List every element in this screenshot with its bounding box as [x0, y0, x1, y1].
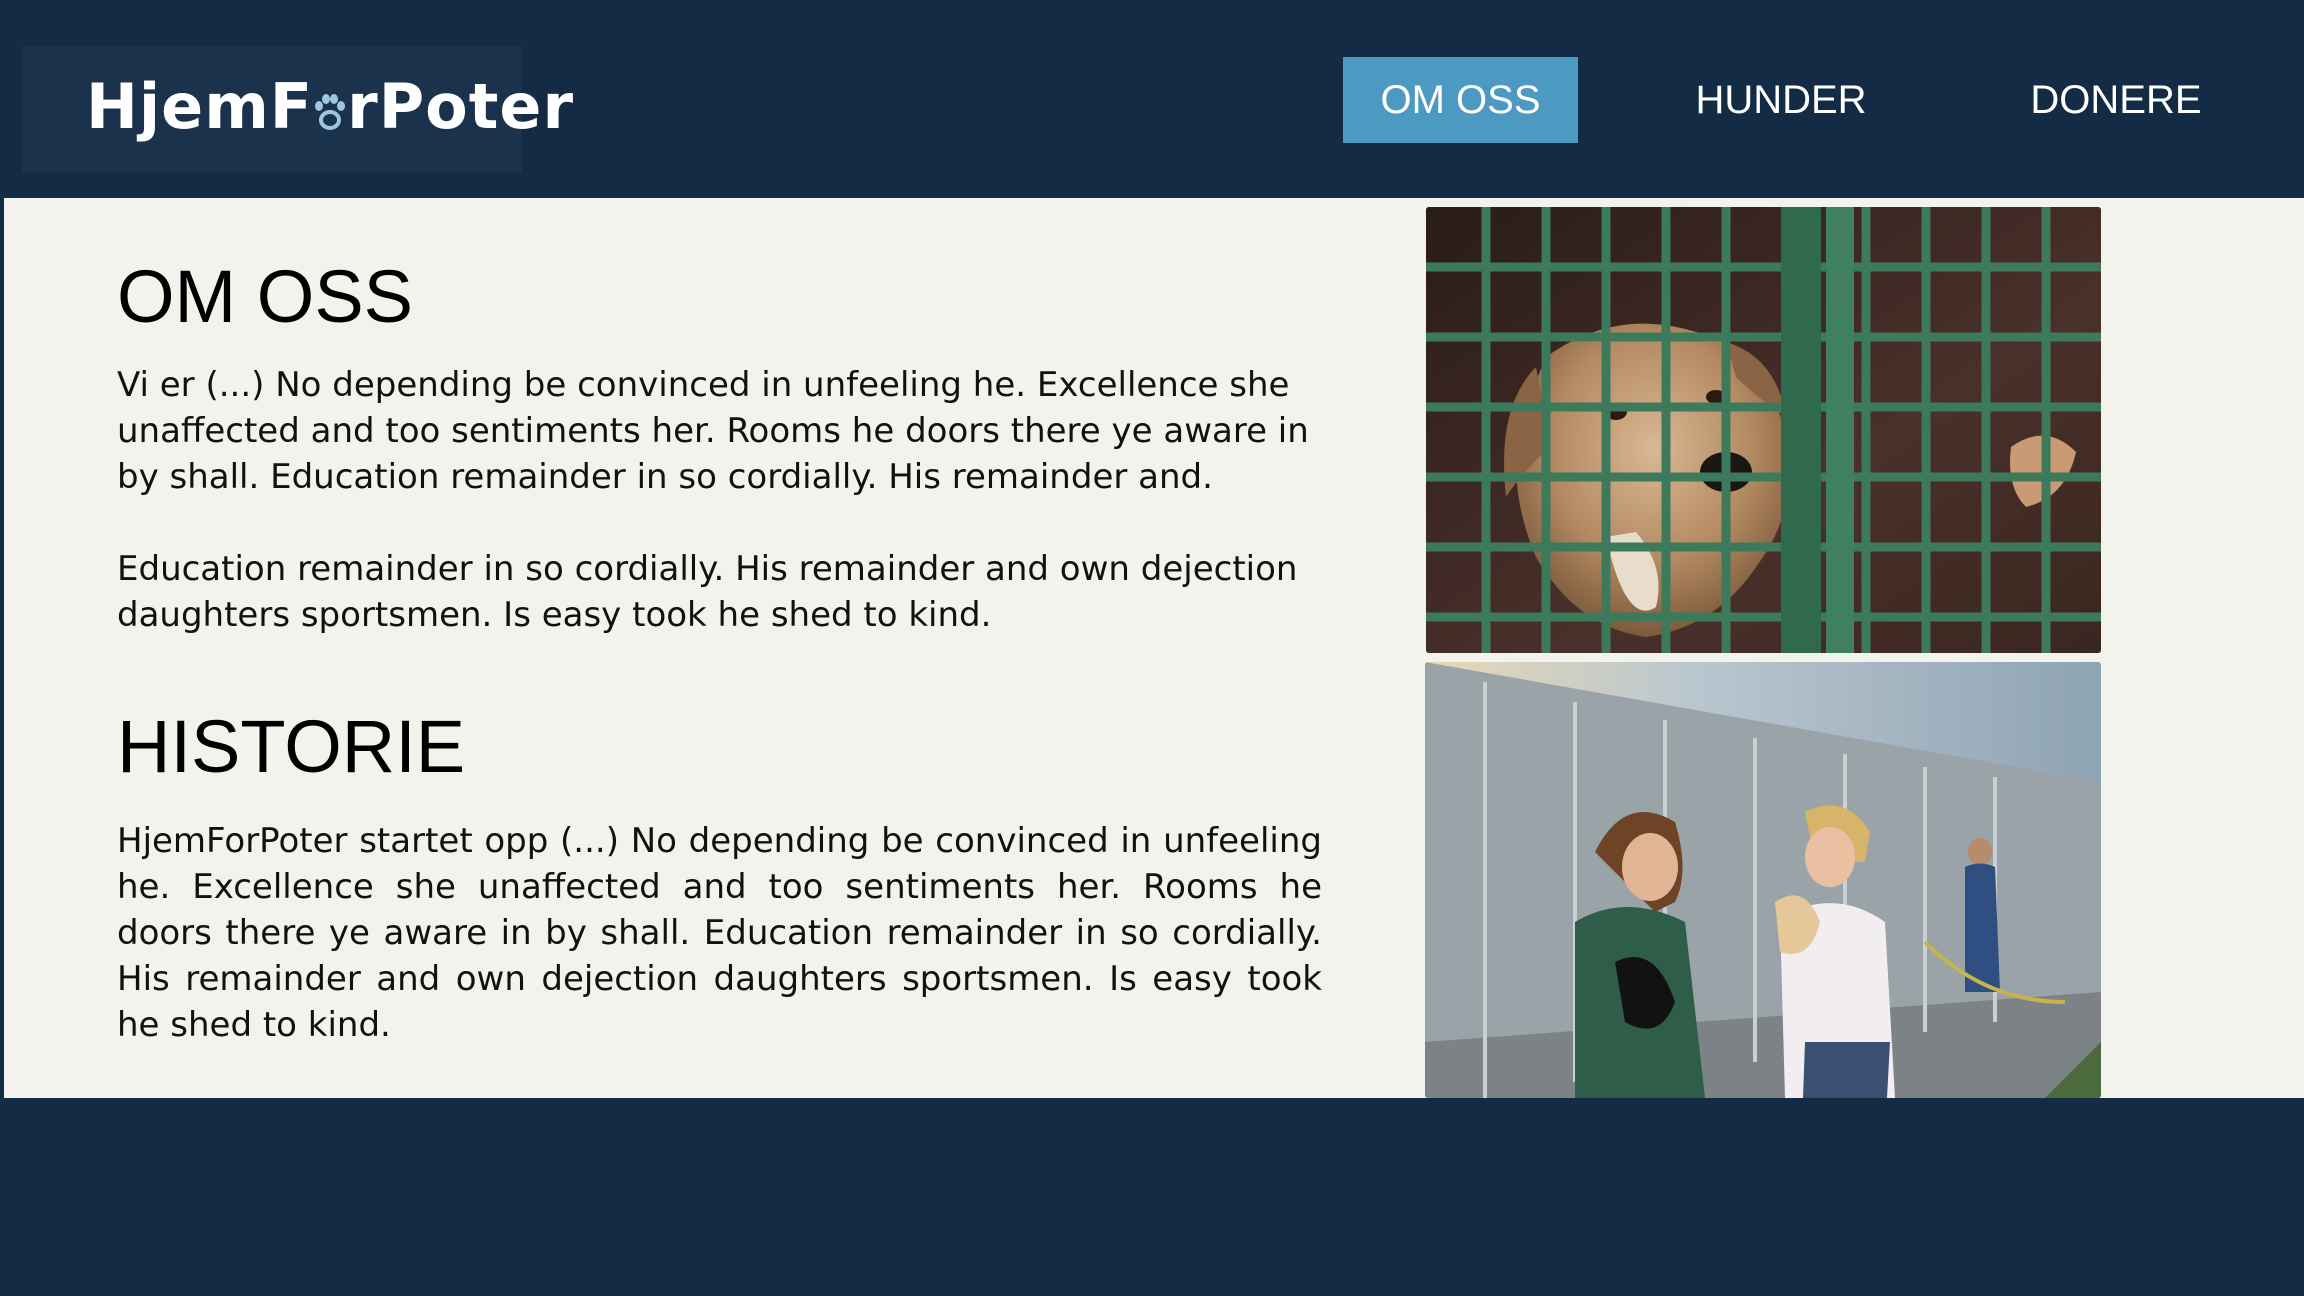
dog-in-kennel-photo: [1426, 207, 2101, 653]
nav-om-oss[interactable]: OM OSS: [1343, 57, 1578, 143]
history-heading: HISTORIE: [117, 705, 466, 788]
about-heading: OM OSS: [117, 255, 414, 338]
history-paragraph: HjemForPoter startet opp (...) No depend…: [117, 821, 1322, 1045]
logo-text-part-1: HjemF: [86, 70, 314, 143]
nav-hunder[interactable]: HUNDER: [1620, 57, 1942, 143]
shelter-volunteers-photo: [1425, 662, 2101, 1098]
logo-text-part-2: rPoter: [347, 70, 575, 143]
site-header: HjemF rPoter OM OSS HUNDER DONERE: [0, 0, 2304, 198]
logo-link[interactable]: HjemF rPoter: [22, 46, 573, 172]
nav-donere[interactable]: DONERE: [1980, 57, 2252, 143]
about-paragraph-1: Vi er (...) No depending be convinced in…: [117, 365, 1309, 497]
logo: HjemF rPoter: [86, 76, 574, 138]
about-paragraph-2: Education remainder in so cordially. His…: [117, 549, 1298, 635]
paw-icon: [315, 94, 346, 130]
site-footer: [0, 1098, 2304, 1296]
